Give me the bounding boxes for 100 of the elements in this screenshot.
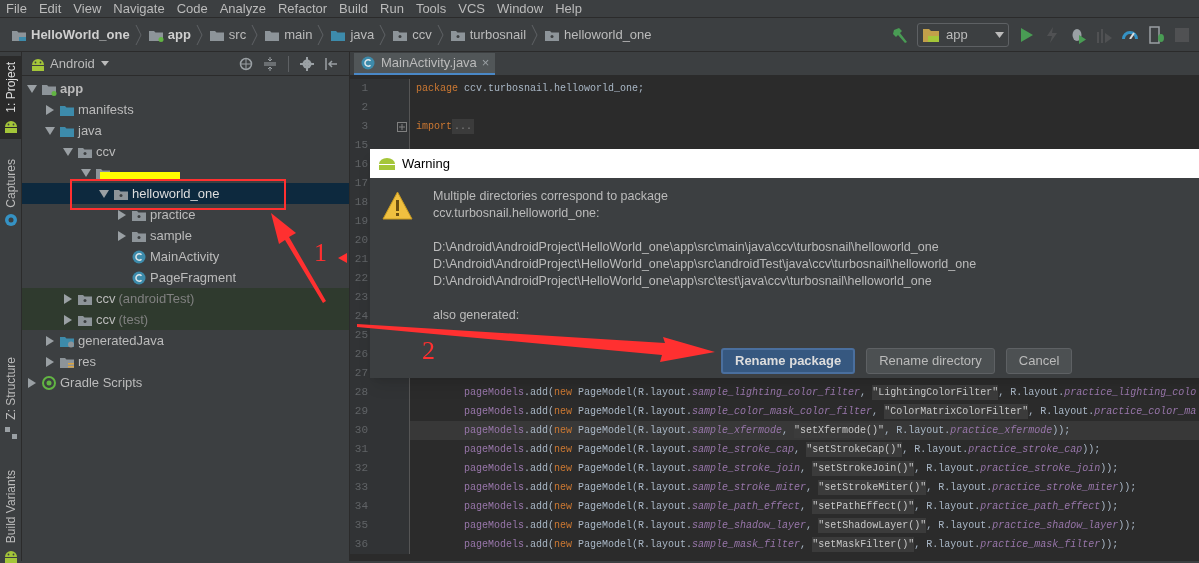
tree-item[interactable]: practice [22,204,200,225]
android-icon [378,157,396,170]
menu-item[interactable]: Analyze [219,2,266,15]
tree-item[interactable]: sample [22,225,196,246]
tree-item[interactable]: ccv (androidTest) [22,288,349,309]
tree-item[interactable]: manifests [22,99,138,120]
chevron-icon [531,23,540,46]
chevron-icon [251,23,260,46]
menu-item[interactable]: Window [496,2,544,15]
class-icon [131,270,147,285]
menu-item[interactable]: VCS [458,2,485,15]
class-icon [131,249,147,264]
pointer-icon [338,253,347,263]
tree-item[interactable]: PageFragment [22,267,240,288]
hide-panel-icon [324,56,338,71]
path-text: D:\Android\AndroidProject\HelloWorld_one\app\src\test\java\ccv\turbosnail\helloworld_one [433,273,933,290]
editor-tab[interactable]: MainActivity.java × [354,53,496,75]
chevron-icon [379,23,388,46]
menu-item[interactable]: Edit [38,2,62,15]
collapsed-arrow-icon [44,103,56,116]
breadcrumb[interactable]: src [205,24,250,45]
chevron-icon [317,23,326,46]
module-icon [922,26,940,43]
breadcrumb[interactable]: helloworld_one [541,24,655,45]
path-text: D:\Android\AndroidProject\HelloWorld_one\app\src\main\java\ccv\turbosnail\helloworld_one [433,239,940,256]
tree-item[interactable]: app [22,78,88,99]
device-icon [1147,25,1165,44]
side-tab[interactable]: Captures [0,152,21,234]
expanded-arrow-icon [98,187,110,200]
dialog-title: Warning [402,154,450,173]
side-tab[interactable]: Build Variants [0,464,21,563]
menu-item[interactable]: Help [555,2,582,15]
gauge-icon [1121,30,1139,39]
menu-item[interactable]: Run [380,2,404,15]
side-tab[interactable]: Z: Structure [0,351,21,447]
tree-item[interactable]: generatedJava [22,330,168,351]
chevron-icon [436,23,445,46]
panel-tool-button[interactable] [297,56,317,71]
breadcrumb[interactable]: turbosnail [446,24,530,45]
message-text: Multiple directories correspond to package [433,188,669,205]
dialog-button[interactable]: Rename package [721,348,856,374]
expanded-arrow-icon [80,166,92,179]
chevron-icon [134,23,143,46]
tree-item[interactable]: Gradle Scripts [22,372,147,393]
close-icon[interactable]: × [481,53,490,73]
dialog-button[interactable]: Rename directory [866,348,995,374]
tree-item[interactable]: ccv [22,141,120,162]
dialog-button[interactable]: Cancel [1005,348,1073,374]
tree-item[interactable]: helloworld_one [22,183,349,204]
android-icon [2,118,19,133]
expanded-arrow-icon [26,82,38,95]
menu-item[interactable]: Build [339,2,368,15]
chevron-icon [195,23,204,46]
gradle-icon [41,375,57,390]
collapsed-arrow-icon [116,229,128,242]
tree-item[interactable]: ccv (test) [22,309,349,330]
run-config-dropdown[interactable]: app [917,22,1009,47]
message-text: ccv.turbosnail.helloworld_one: [433,205,601,222]
collapsed-arrow-icon [26,376,38,389]
breadcrumb[interactable]: main [261,24,316,45]
toolbar-button[interactable] [1121,30,1139,39]
caret-icon [995,31,1004,38]
hammer-icon [891,25,909,44]
breadcrumb[interactable]: ccv [389,24,435,45]
annotation-number: 2 [422,338,435,364]
collapsed-arrow-icon [44,334,56,347]
gear-icon [300,56,314,71]
plus-icon [399,123,405,130]
collapsed-arrow-icon [62,292,74,305]
caret-icon [100,61,109,66]
side-tab[interactable]: 1: Project [0,56,21,139]
menu-item[interactable]: File [6,2,27,15]
fold-icon[interactable] [397,121,407,132]
breadcrumb[interactable]: app [144,24,194,45]
camera-icon [3,213,18,228]
view-dropdown[interactable]: Android [50,53,109,74]
expanded-arrow-icon [44,124,56,137]
class-icon [360,56,376,70]
structure-icon [3,426,18,441]
tree-item[interactable]: res [22,351,101,372]
menu-item[interactable]: Tools [415,2,447,15]
collapsed-arrow-icon [116,208,128,221]
tree-item[interactable]: MainActivity [22,246,224,267]
tree-item[interactable]: java [22,120,106,141]
path-text: D:\Android\AndroidProject\HelloWorld_one\app\src\androidTest\java\ccv\turbosnail\helloworld_one [433,256,977,273]
crosshair-icon [239,56,253,71]
menu-item[interactable]: Refactor [277,2,328,15]
menu-item[interactable]: Navigate [113,2,165,15]
toolbar-button[interactable] [1147,25,1165,44]
breadcrumb[interactable]: HelloWorld_one [8,24,133,45]
android-icon [30,56,46,71]
collapsed-arrow-icon [62,313,74,326]
message-text: also generated: [433,307,521,324]
menu-item[interactable]: View [73,2,102,15]
collapsed-arrow-icon [44,355,56,368]
breadcrumb[interactable]: java [327,24,378,45]
menu-item[interactable]: Code [176,2,208,15]
annotation-number: 1 [314,240,327,266]
warning-icon [382,191,413,220]
expanded-arrow-icon [62,145,74,158]
